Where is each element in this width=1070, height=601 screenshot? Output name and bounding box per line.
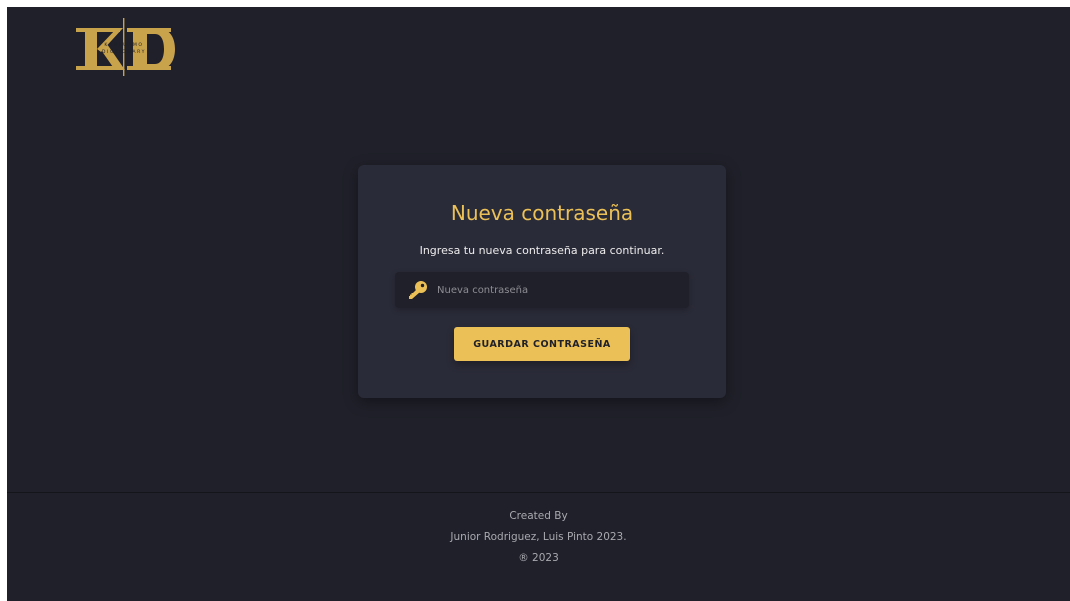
kd-logo[interactable]: KANKUAMO DICTIONARY bbox=[73, 16, 175, 78]
footer-copyright: ® 2023 bbox=[518, 552, 559, 564]
reset-password-card: Nueva contraseña Ingresa tu nueva contra… bbox=[358, 165, 726, 398]
footer: Created By Junior Rodriguez, Luis Pinto … bbox=[7, 492, 1070, 601]
card-title: Nueva contraseña bbox=[450, 201, 634, 225]
new-password-field[interactable] bbox=[395, 272, 689, 308]
new-password-input[interactable] bbox=[437, 272, 682, 308]
page-viewport: KANKUAMO DICTIONARY Nueva contraseña Ing… bbox=[7, 7, 1070, 601]
footer-created-by: Created By bbox=[509, 510, 568, 522]
save-password-button[interactable]: GUARDAR CONTRASEÑA bbox=[454, 327, 630, 361]
logo-bottom-text: DICTIONARY bbox=[102, 49, 146, 55]
key-icon bbox=[407, 280, 429, 300]
logo-top-text: KANKUAMO bbox=[104, 42, 143, 48]
card-subtitle: Ingresa tu nueva contraseña para continu… bbox=[419, 244, 665, 257]
footer-authors: Junior Rodriguez, Luis Pinto 2023. bbox=[450, 531, 627, 543]
